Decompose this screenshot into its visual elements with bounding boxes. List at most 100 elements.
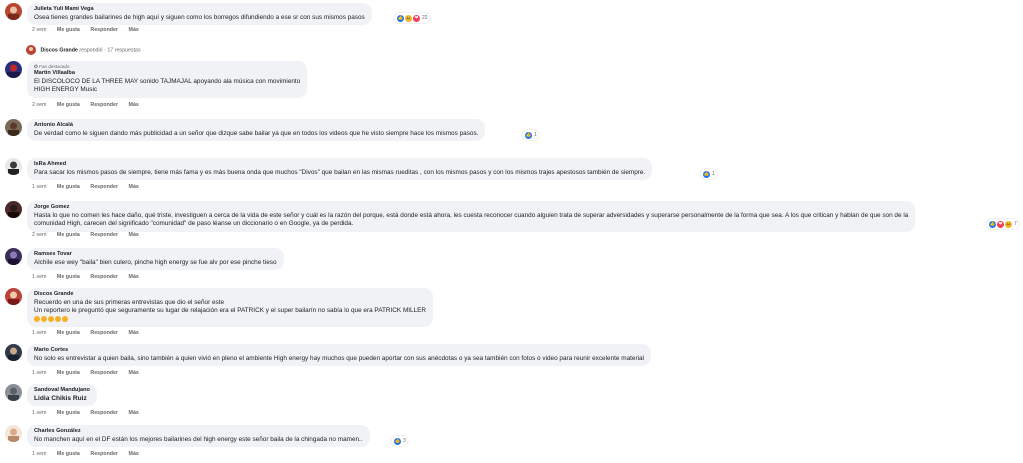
comment-bubble: Sandoval Mandujano Lidia Chikis Ruiz: [27, 384, 97, 406]
laughing-emoji-row: [34, 315, 69, 323]
comment-bubble: ✪ Fan destacado Martin Villaalba El DISC…: [27, 61, 308, 98]
reply-button[interactable]: Responder: [90, 274, 118, 280]
avatar[interactable]: [5, 288, 22, 305]
reply-count[interactable]: 17 respuestas: [107, 47, 140, 53]
avatar[interactable]: [5, 119, 22, 136]
comment-actions: 2 sem Me gusta Responder Más: [32, 27, 148, 33]
reply-verb: respondió: [79, 47, 103, 54]
avatar[interactable]: [5, 201, 22, 218]
reply-button[interactable]: Responder: [90, 451, 118, 457]
comment-time[interactable]: 1 sem: [32, 451, 46, 457]
badge-icon: ✪: [34, 64, 38, 69]
reactions-badge[interactable]: 👍 1: [522, 130, 539, 140]
laughing-emoji-icon: [41, 315, 47, 322]
more-button[interactable]: Más: [129, 330, 139, 336]
avatar[interactable]: [5, 344, 22, 361]
laughing-emoji-icon: [34, 315, 40, 322]
author-name[interactable]: Martin Villaalba: [34, 70, 300, 78]
reactions-count: 1: [534, 132, 537, 138]
comment-text: HIGH ENERGY Music: [34, 86, 98, 93]
comment-bubble: Discos Grande Recuerdo en una de sus pri…: [27, 288, 434, 327]
avatar[interactable]: [5, 61, 22, 78]
reply-button[interactable]: Responder: [90, 370, 118, 376]
author-name[interactable]: IsRa Ahmed: [34, 161, 645, 169]
author-name[interactable]: Julieta Yuli Mami Vega: [34, 6, 365, 14]
reactions-badge[interactable]: 👍 1: [700, 169, 717, 179]
like-button[interactable]: Me gusta: [57, 232, 80, 238]
reactions-badge[interactable]: 👍 3: [391, 436, 408, 446]
reactions-badge[interactable]: 👍 😆 ❤ 22: [394, 13, 430, 23]
comment-text: Recuerdo en una de sus primeras entrevis…: [34, 298, 225, 306]
comment-time[interactable]: 2 sem: [32, 27, 46, 33]
reply-button[interactable]: Responder: [90, 410, 118, 416]
comment-text: El DISCOLOCO DE LA THREE MAY sonido TAJM…: [34, 77, 301, 85]
more-button[interactable]: Más: [129, 370, 139, 376]
like-button[interactable]: Me gusta: [57, 451, 80, 457]
like-button[interactable]: Me gusta: [57, 102, 80, 108]
replies-summary[interactable]: Discos Grande respondió · 17 respuestas: [26, 45, 141, 55]
mentioned-user-link[interactable]: Lidia Chikis Ruiz: [34, 395, 87, 402]
more-button[interactable]: Más: [129, 274, 139, 280]
badge-label: Fan destacado: [39, 64, 70, 69]
author-name[interactable]: Sandoval Mandujano: [34, 387, 90, 395]
comment-actions: 1 sem Me gusta Responder Más: [32, 410, 148, 416]
reactions-count: 7: [1014, 221, 1017, 227]
avatar[interactable]: [5, 3, 22, 20]
comment-actions: 1 sem Me gusta Responder Más: [32, 370, 148, 376]
laughing-emoji-icon: [48, 315, 54, 322]
reply-separator: ·: [104, 47, 106, 54]
comment-bubble: Jorge Gomez Hasta lo que no comen les ha…: [27, 201, 916, 232]
like-button[interactable]: Me gusta: [57, 330, 80, 336]
comment-time[interactable]: 2 sem: [32, 232, 46, 238]
author-name[interactable]: Antonio Alcalá: [34, 122, 478, 130]
comment-actions: 1 sem Me gusta Responder Más: [32, 330, 148, 336]
comment-text: De verdad como le siguen dando más publi…: [34, 129, 479, 137]
comment-text: Alchile ese wey "baila" bien culero, pin…: [34, 258, 277, 266]
comment-actions: 1 sem Me gusta Responder Más: [32, 451, 148, 457]
avatar[interactable]: [5, 384, 22, 401]
reply-author[interactable]: Discos Grande: [40, 47, 77, 53]
comment-actions: 2 sem Me gusta Responder Más: [32, 232, 148, 238]
reply-button[interactable]: Responder: [90, 27, 118, 33]
comment-text: No manchen aquí en el DF están los mejor…: [34, 435, 363, 443]
laughing-emoji-icon: [62, 315, 68, 322]
comment-text: comunidad High, carecen del significado …: [34, 220, 354, 227]
reactions-badge[interactable]: 👍 ❤ 😆 7: [986, 219, 1019, 229]
more-button[interactable]: Más: [129, 410, 139, 416]
avatar[interactable]: [5, 158, 22, 175]
comment-actions: 1 sem Me gusta Responder Más: [32, 184, 148, 190]
like-button[interactable]: Me gusta: [57, 370, 80, 376]
more-button[interactable]: Más: [129, 184, 139, 190]
reply-button[interactable]: Responder: [90, 232, 118, 238]
avatar[interactable]: [5, 248, 22, 265]
comment-bubble: IsRa Ahmed Para sacar los mismos pasos d…: [27, 158, 653, 180]
comment-time[interactable]: 1 sem: [32, 410, 46, 416]
more-button[interactable]: Más: [129, 232, 139, 238]
reply-button[interactable]: Responder: [90, 330, 118, 336]
author-name[interactable]: Charles González: [34, 428, 363, 436]
comment-time[interactable]: 1 sem: [32, 330, 46, 336]
comment-time[interactable]: 1 sem: [32, 274, 46, 280]
avatar[interactable]: [5, 425, 22, 442]
reply-button[interactable]: Responder: [90, 102, 118, 108]
love-reaction-icon: ❤: [412, 13, 421, 23]
author-name[interactable]: Discos Grande: [34, 291, 426, 299]
author-name[interactable]: Jorge Gomez: [34, 204, 908, 212]
like-reaction-icon: 👍: [524, 130, 533, 140]
like-button[interactable]: Me gusta: [57, 184, 80, 190]
more-button[interactable]: Más: [129, 451, 139, 457]
more-button[interactable]: Más: [129, 102, 139, 108]
comment-text: No solo es entrevistar a quien baila, si…: [34, 354, 644, 362]
comment-time[interactable]: 2 sem: [32, 102, 46, 108]
author-name[interactable]: Mario Cortes: [34, 347, 644, 355]
comment-time[interactable]: 1 sem: [32, 184, 46, 190]
like-button[interactable]: Me gusta: [57, 27, 80, 33]
more-button[interactable]: Más: [129, 27, 139, 33]
comment-time[interactable]: 1 sem: [32, 370, 46, 376]
reply-button[interactable]: Responder: [90, 184, 118, 190]
author-name[interactable]: Ramses Tovar: [34, 251, 277, 259]
like-button[interactable]: Me gusta: [57, 274, 80, 280]
like-button[interactable]: Me gusta: [57, 410, 80, 416]
comment-bubble: Ramses Tovar Alchile ese wey "baila" bie…: [27, 248, 284, 270]
comment-text: Un reportero le preguntó que seguramente…: [34, 307, 427, 314]
